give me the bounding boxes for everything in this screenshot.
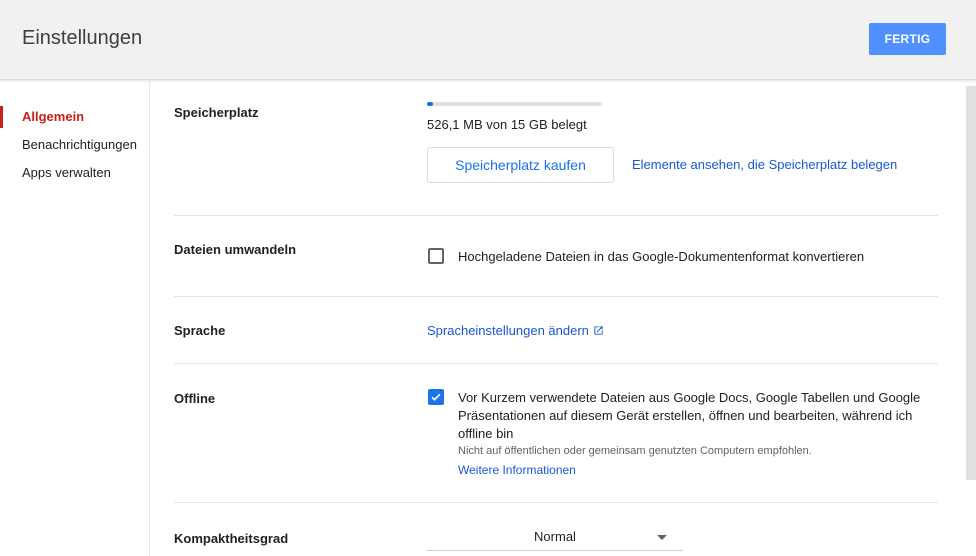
offline-checkbox[interactable]: [428, 389, 444, 405]
settings-content: Speicherplatz 526,1 MB von 15 GB belegt …: [174, 81, 938, 556]
sidebar-nav: Allgemein Benachrichtigungen Apps verwal…: [0, 103, 149, 187]
offline-checkbox-label: Vor Kurzem verwendete Dateien aus Google…: [458, 390, 921, 441]
language-label: Sprache: [174, 323, 226, 338]
density-selected-value: Normal: [534, 529, 576, 544]
offline-label: Offline: [174, 391, 216, 406]
density-section: Kompaktheitsgrad Normal: [174, 503, 938, 556]
app-header: Einstellungen FERTIG: [0, 0, 976, 80]
check-icon: [431, 393, 441, 401]
offline-hint: Nicht auf öffentlichen oder gemeinsam ge…: [458, 445, 812, 457]
storage-progress-bar: [427, 102, 602, 106]
done-button[interactable]: FERTIG: [869, 23, 946, 55]
page-title: Einstellungen: [22, 27, 143, 49]
language-settings-link[interactable]: Spracheinstellungen ändern: [427, 323, 604, 339]
language-section: Sprache Spracheinstellungen ändern: [174, 297, 938, 364]
sidebar-item-general[interactable]: Allgemein: [0, 103, 149, 131]
open-in-new-icon: [593, 324, 604, 339]
buy-storage-button[interactable]: Speicherplatz kaufen: [427, 147, 614, 183]
view-storage-items-link[interactable]: Elemente ansehen, die Speicherplatz bele…: [632, 157, 897, 172]
offline-section: Offline Vor Kurzem verwendete Dateien au…: [174, 364, 938, 503]
caret-down-icon: [657, 535, 667, 540]
storage-progress-fill: [427, 102, 433, 106]
convert-label: Dateien umwandeln: [174, 242, 297, 257]
sidebar-item-manage-apps[interactable]: Apps verwalten: [0, 159, 149, 187]
convert-checkbox-label: Hochgeladene Dateien in das Google-Dokum…: [458, 249, 865, 264]
sidebar-item-notifications[interactable]: Benachrichtigungen: [0, 131, 149, 159]
language-settings-link-text: Spracheinstellungen ändern: [427, 323, 589, 338]
storage-section: Speicherplatz 526,1 MB von 15 GB belegt …: [174, 81, 938, 216]
settings-sidebar: Allgemein Benachrichtigungen Apps verwal…: [0, 81, 150, 556]
convert-section: Dateien umwandeln Hochgeladene Dateien i…: [174, 216, 938, 297]
more-info-link[interactable]: Weitere Informationen: [458, 463, 576, 477]
density-dropdown[interactable]: Normal: [427, 525, 683, 551]
storage-label: Speicherplatz: [174, 105, 259, 120]
density-label: Kompaktheitsgrad: [174, 531, 289, 546]
convert-checkbox[interactable]: [428, 248, 444, 264]
scrollbar[interactable]: [966, 86, 976, 480]
storage-usage-text: 526,1 MB von 15 GB belegt: [427, 117, 587, 132]
